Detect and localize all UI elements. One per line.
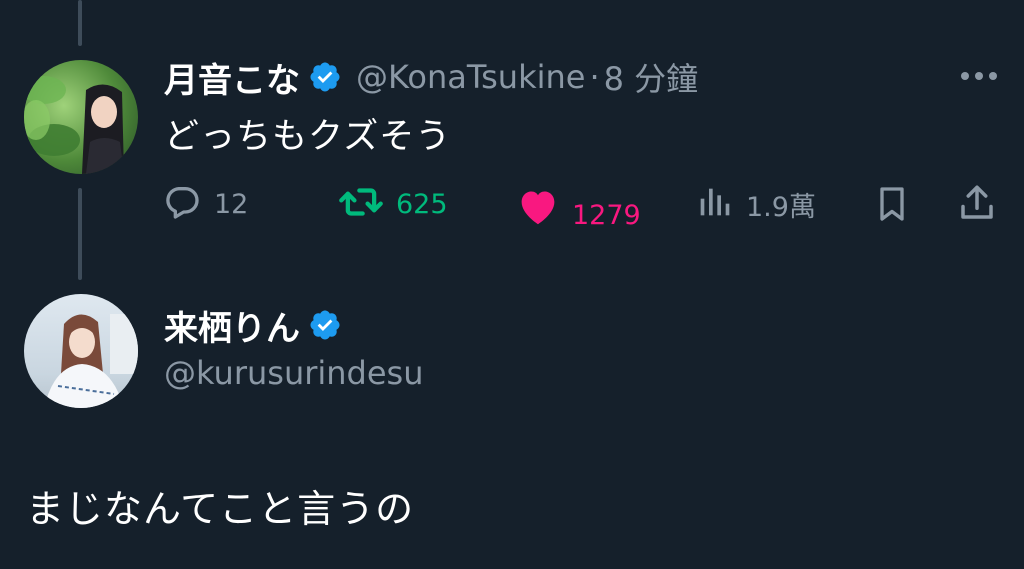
tweet-header: 来栖りん xyxy=(164,301,342,350)
views-button[interactable]: 1.9萬 xyxy=(694,184,816,224)
tweet-text: まじなんてこと言うの xyxy=(26,487,415,531)
like-count: 1279 xyxy=(572,199,641,231)
user-handle[interactable]: @kurusurindesu xyxy=(164,354,424,392)
avatar[interactable] xyxy=(24,60,138,174)
reply-count: 12 xyxy=(214,188,249,220)
heart-icon xyxy=(516,186,560,230)
verified-badge-icon xyxy=(308,308,342,342)
display-name[interactable]: 月音こな xyxy=(164,53,300,102)
verified-badge-icon xyxy=(308,60,342,94)
more-icon[interactable] xyxy=(958,68,1000,84)
separator-dot: · xyxy=(589,58,600,96)
thread-line-top xyxy=(78,0,82,46)
thread-line-middle xyxy=(78,188,82,280)
reply-icon xyxy=(162,182,202,226)
tweet-header: 月音こな @KonaTsukine · 8 分鐘 xyxy=(164,53,699,102)
display-name[interactable]: 来栖りん xyxy=(164,301,300,350)
like-button[interactable]: 1279 xyxy=(516,186,641,231)
tweet-thread: 月音こな @KonaTsukine · 8 分鐘 どっちもクズそう 12 625… xyxy=(0,0,1024,569)
views-count: 1.9萬 xyxy=(746,191,816,223)
timestamp[interactable]: 8 分鐘 xyxy=(604,54,699,100)
avatar[interactable] xyxy=(24,294,138,408)
bookmark-icon[interactable] xyxy=(872,184,912,228)
avatar-image xyxy=(24,294,138,408)
user-handle[interactable]: @KonaTsukine xyxy=(356,58,585,96)
retweet-button[interactable]: 625 xyxy=(338,184,448,224)
share-icon[interactable] xyxy=(956,182,998,228)
views-chart-icon xyxy=(694,182,734,226)
reply-button[interactable]: 12 xyxy=(162,184,248,224)
retweet-icon xyxy=(338,182,384,226)
tweet-text: どっちもクズそう xyxy=(164,117,452,157)
avatar-image xyxy=(24,60,138,174)
retweet-count: 625 xyxy=(396,188,448,220)
